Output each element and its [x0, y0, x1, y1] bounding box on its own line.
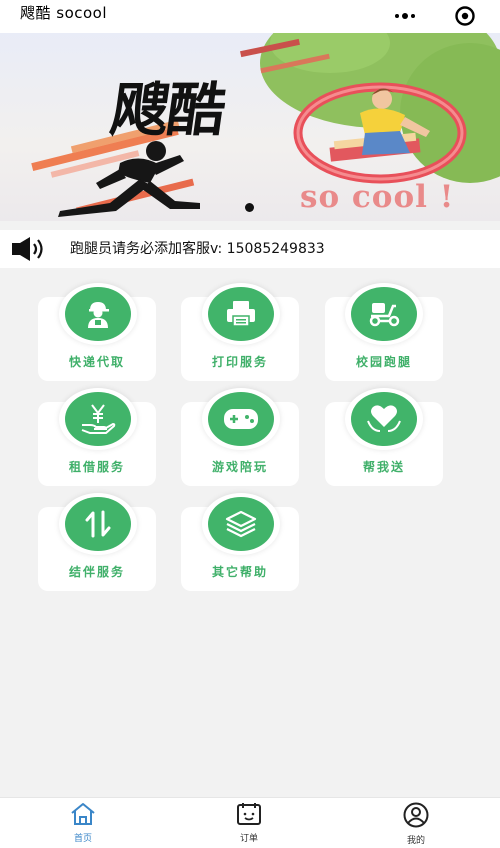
more-dots-icon [395, 13, 415, 19]
tab-label: 订单 [239, 834, 258, 844]
tab-label: 我的 [406, 836, 425, 846]
service-label: 租借服务 [68, 460, 125, 474]
notice-bar: 跑腿员请务必添加客服v: 15085249833 [0, 230, 500, 268]
scooter-icon [369, 303, 400, 327]
banner-title: 飕酷 [106, 76, 229, 144]
navigation-bar: 飕酷 socool [0, 0, 500, 33]
service-icon-badge [202, 493, 280, 555]
order-list-icon [237, 803, 261, 825]
tab-orders[interactable]: 订单 [219, 802, 279, 844]
gamepad-icon [224, 409, 258, 429]
service-icon-badge [59, 388, 137, 450]
banner-carousel[interactable]: 飕酷 so cool ! [0, 33, 500, 221]
service-label: 帮我送 [362, 460, 405, 474]
service-icon-badge [59, 493, 137, 555]
tab-bar: 首页 订单 我的 [0, 797, 500, 848]
page-title: 飕酷 socool [20, 4, 108, 22]
service-label: 校园跑腿 [355, 355, 412, 369]
carousel-indicator[interactable] [245, 203, 254, 212]
heart-hands-icon [367, 405, 401, 432]
service-icon-badge [345, 388, 423, 450]
service-label: 其它帮助 [211, 565, 268, 579]
service-label: 游戏陪玩 [211, 460, 268, 474]
service-label: 快递代取 [68, 355, 125, 369]
service-label: 结伴服务 [68, 565, 125, 579]
service-icon-badge [59, 283, 137, 345]
more-button[interactable] [390, 3, 420, 29]
close-button[interactable] [450, 3, 480, 29]
tab-mine[interactable]: 我的 [386, 802, 446, 846]
swap-arrows-icon [85, 510, 111, 538]
service-icon-badge [202, 283, 280, 345]
mini-program-capsule [390, 3, 480, 29]
tab-home[interactable]: 首页 [53, 802, 113, 844]
service-label: 打印服务 [211, 355, 268, 369]
banner-subtitle: so cool ! [300, 179, 455, 215]
yen-hand-icon [81, 404, 116, 434]
tab-label: 首页 [73, 834, 92, 844]
notice-text: 跑腿员请务必添加客服v: 15085249833 [70, 241, 325, 257]
service-icon-badge [345, 283, 423, 345]
speaker-icon [12, 237, 43, 261]
service-icon-badge [202, 388, 280, 450]
printer-icon [227, 301, 255, 327]
home-icon [71, 803, 95, 825]
courier-person-icon [88, 302, 109, 328]
user-icon [403, 802, 429, 828]
layers-icon [225, 510, 257, 538]
target-close-icon [455, 6, 475, 26]
